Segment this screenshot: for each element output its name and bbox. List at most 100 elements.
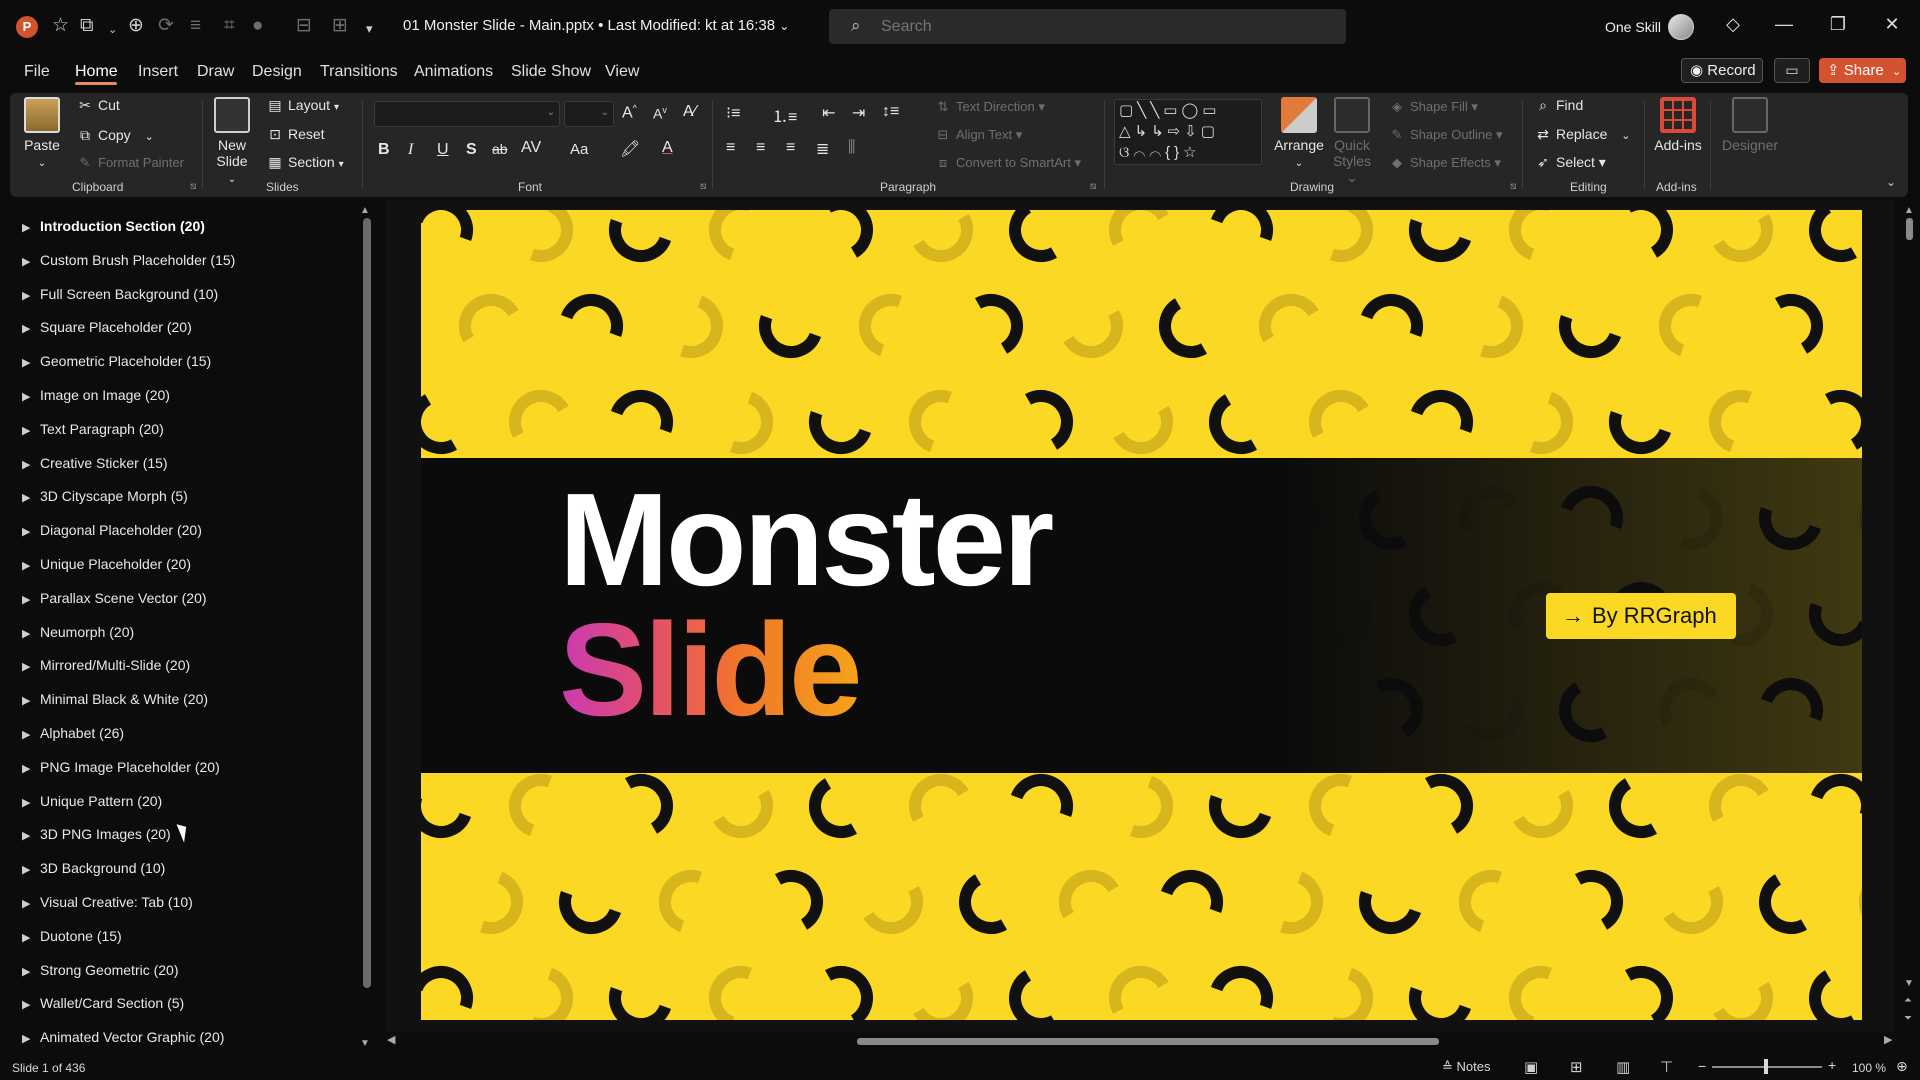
next-slide-icon[interactable]: ⏷ (1904, 1013, 1912, 1024)
cut-button[interactable]: ✂ Cut (76, 97, 120, 114)
premium-diamond-icon[interactable]: ◇ (1713, 14, 1753, 35)
crop-icon[interactable]: ⌗ (224, 15, 235, 37)
section-item[interactable]: ▶ PNG Image Placeholder (20) (22, 759, 220, 775)
shadow-button[interactable]: S (466, 141, 477, 159)
distribute-icon[interactable]: ⊞ (332, 15, 348, 37)
paste-button[interactable]: Paste ⌄ (24, 97, 60, 172)
slide-title-line1[interactable]: Monster (559, 470, 1054, 610)
numbering-icon[interactable]: ⒈≡ (772, 103, 797, 127)
fit-to-window-icon[interactable]: ⊕ (1896, 1058, 1908, 1075)
expand-caret-icon[interactable]: ▶ (22, 931, 40, 944)
section-item[interactable]: ▶ 3D Background (10) (22, 860, 165, 876)
section-item[interactable]: ▶ Introduction Section (20) (22, 218, 205, 234)
expand-caret-icon[interactable]: ▶ (22, 897, 40, 910)
shape-outline-button[interactable]: ✎ Shape Outline ▾ (1388, 127, 1503, 143)
section-item[interactable]: ▶ 3D Cityscape Morph (5) (22, 488, 188, 504)
tab-file[interactable]: File (24, 63, 50, 81)
dialog-launcher-icon[interactable]: ⧅ (700, 181, 706, 192)
zoom-slider-thumb[interactable] (1764, 1059, 1768, 1074)
tab-view[interactable]: View (605, 63, 639, 81)
slideshow-view-icon[interactable]: ⊤ (1660, 1058, 1673, 1076)
dialog-launcher-icon[interactable]: ⧅ (190, 181, 196, 192)
clear-formatting-icon[interactable]: A⁄ (683, 103, 696, 121)
font-name-combo[interactable]: ⌄ (374, 101, 560, 127)
section-item[interactable]: ▶ Parallax Scene Vector (20) (22, 590, 207, 606)
section-item[interactable]: ▶ Unique Pattern (20) (22, 793, 162, 809)
section-item[interactable]: ▶ Duotone (15) (22, 928, 122, 944)
section-item[interactable]: ▶ Square Placeholder (20) (22, 319, 192, 335)
format-painter-button[interactable]: ✎ Format Painter (76, 155, 184, 171)
section-item[interactable]: ▶ Alphabet (26) (22, 725, 124, 741)
section-item[interactable]: ▶ Neumorph (20) (22, 624, 134, 640)
expand-caret-icon[interactable]: ▶ (22, 593, 40, 606)
tab-insert[interactable]: Insert (138, 63, 178, 81)
list-icon[interactable]: ≡ (190, 15, 201, 37)
section-item[interactable]: ▶ Strong Geometric (20) (22, 962, 179, 978)
section-item[interactable]: ▶ Visual Creative: Tab (10) (22, 894, 193, 910)
chevron-down-icon[interactable]: ⌄ (108, 19, 117, 41)
normal-view-icon[interactable]: ▣ (1524, 1058, 1538, 1076)
reading-view-icon[interactable]: ▥ (1616, 1058, 1630, 1076)
convert-smartart-button[interactable]: ⧈ Convert to SmartArt ▾ (934, 155, 1081, 171)
justify-icon[interactable]: ≣ (816, 139, 829, 159)
expand-caret-icon[interactable]: ▶ (22, 694, 40, 707)
expand-caret-icon[interactable]: ▶ (22, 965, 40, 978)
save-icon[interactable]: ⧉ (80, 15, 94, 37)
expand-caret-icon[interactable]: ▶ (22, 255, 40, 268)
highlight-icon[interactable]: 🖍 (620, 139, 640, 159)
addins-button[interactable]: Add-ins (1650, 97, 1706, 153)
reset-button[interactable]: ⊡ Reset (266, 126, 324, 143)
section-item[interactable]: ▶ Image on Image (20) (22, 387, 170, 403)
replace-button[interactable]: ⇄ Replace ⌄ (1534, 126, 1630, 143)
scroll-down-icon[interactable]: ▼ (1904, 978, 1914, 989)
close-icon[interactable]: ✕ (1872, 14, 1912, 35)
expand-caret-icon[interactable]: ▶ (22, 289, 40, 302)
redo-icon[interactable]: ⟳ (158, 15, 174, 37)
expand-caret-icon[interactable]: ▶ (22, 627, 40, 640)
record-button[interactable]: ◉ Record (1681, 58, 1763, 83)
byline-button[interactable]: → By RRGraph (1546, 593, 1736, 639)
columns-icon[interactable]: ⫼ (848, 139, 855, 157)
avatar[interactable] (1668, 14, 1694, 40)
align-left-icon[interactable]: ≡ (726, 139, 735, 157)
select-button[interactable]: ➶ Select ▾ (1534, 154, 1606, 171)
copy-button[interactable]: ⧉ Copy ⌄ (76, 127, 154, 144)
restore-icon[interactable]: ❐ (1818, 14, 1858, 35)
shape-fill-button[interactable]: ◈ Shape Fill ▾ (1388, 99, 1478, 115)
expand-caret-icon[interactable]: ▶ (22, 356, 40, 369)
tab-slide-show[interactable]: Slide Show (511, 63, 591, 81)
slide-title-line2[interactable]: Slide (559, 600, 862, 740)
section-button[interactable]: ▦ Section ▾ (266, 154, 343, 171)
user-name[interactable]: One Skill (1605, 19, 1661, 35)
expand-caret-icon[interactable]: ▶ (22, 424, 40, 437)
shapes-gallery[interactable]: ▢╲╲▭◯▭ △↳↳⇨⇩▢ ଓ⌒⌒{}☆ (1114, 99, 1262, 165)
section-item[interactable]: ▶ Mirrored/Multi-Slide (20) (22, 657, 190, 673)
tab-transitions[interactable]: Transitions (320, 63, 398, 81)
expand-caret-icon[interactable]: ▶ (22, 525, 40, 538)
scroll-up-icon[interactable]: ▲ (360, 205, 370, 216)
underline-button[interactable]: U (437, 141, 449, 159)
section-item[interactable]: ▶ Wallet/Card Section (5) (22, 995, 184, 1011)
tab-home[interactable]: Home (75, 63, 118, 81)
section-item[interactable]: ▶ Custom Brush Placeholder (15) (22, 252, 235, 268)
line-spacing-icon[interactable]: ↕≡ (882, 103, 899, 121)
notes-button[interactable]: ≙ Notes (1442, 1059, 1491, 1075)
section-item[interactable]: ▶ Diagonal Placeholder (20) (22, 522, 202, 538)
align-right-icon[interactable]: ≡ (786, 139, 795, 157)
scroll-up-icon[interactable]: ▲ (1904, 205, 1914, 216)
expand-caret-icon[interactable]: ▶ (22, 390, 40, 403)
change-case-button[interactable]: Aa (570, 141, 588, 158)
autosave-icon[interactable]: ☆ (52, 15, 69, 37)
decrease-indent-icon[interactable]: ⇤ (822, 103, 835, 123)
quick-styles-button[interactable]: Quick Styles ⌄ (1330, 97, 1374, 185)
section-item[interactable]: ▶ Text Paragraph (20) (22, 421, 164, 437)
new-slide-button[interactable]: New Slide ⌄ (212, 97, 252, 188)
undo-icon[interactable]: ⊕ (128, 15, 144, 37)
section-item[interactable]: ▶ Unique Placeholder (20) (22, 556, 191, 572)
minimize-icon[interactable]: — (1764, 14, 1804, 35)
tab-draw[interactable]: Draw (197, 63, 234, 81)
designer-button[interactable]: Designer (1718, 97, 1782, 153)
strikethrough-button[interactable]: ab (492, 141, 508, 157)
document-title[interactable]: 01 Monster Slide - Main.pptx • Last Modi… (403, 17, 789, 34)
section-item[interactable]: ▶ Geometric Placeholder (15) (22, 353, 211, 369)
